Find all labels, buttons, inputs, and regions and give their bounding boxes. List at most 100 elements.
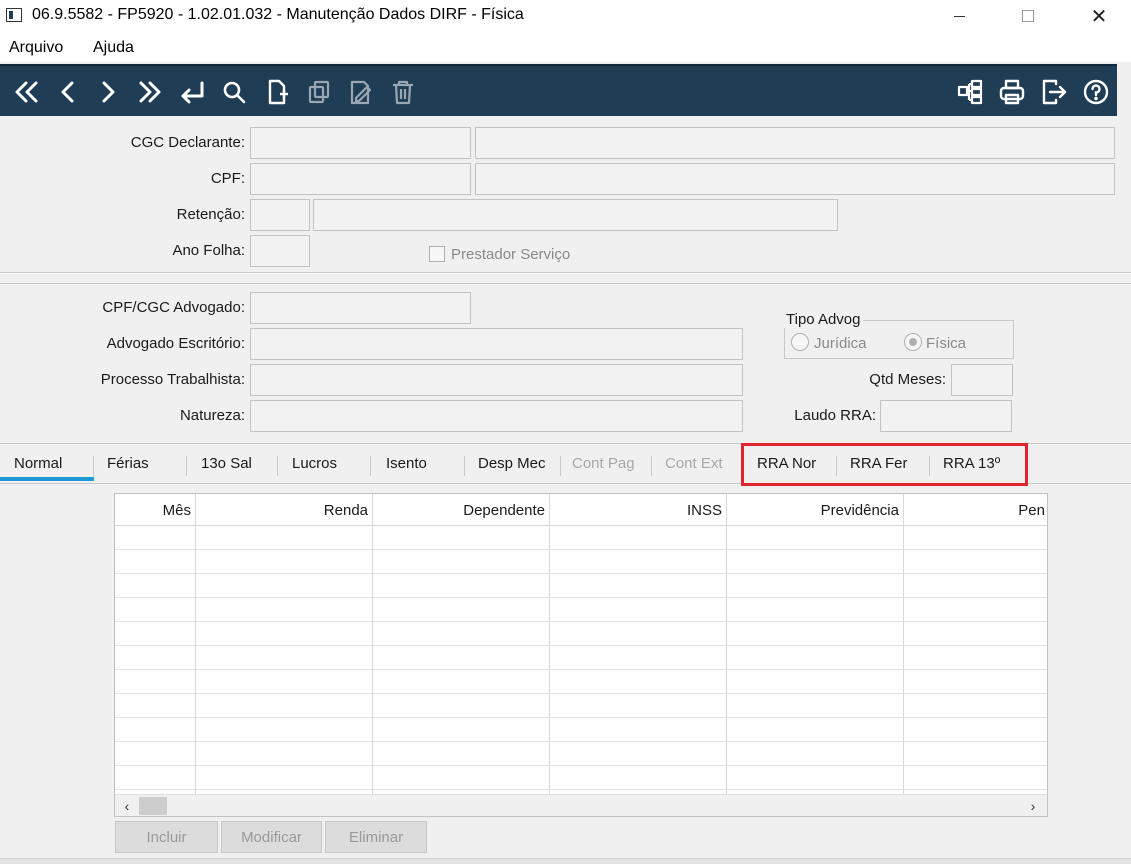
tab-cont-pag[interactable]: Cont Pag	[572, 455, 635, 472]
tab-ferias[interactable]: Férias	[107, 455, 149, 472]
ano-folha-field[interactable]	[250, 235, 310, 267]
column-header-dependente[interactable]: Dependente	[373, 494, 550, 526]
juridica-radio[interactable]	[791, 333, 809, 351]
horizontal-scrollbar[interactable]: ‹ ›	[115, 794, 1047, 816]
toolbar	[0, 64, 1117, 116]
menu-bar: Arquivo Ajuda	[0, 32, 1131, 62]
cpf-name-field[interactable]	[475, 163, 1115, 195]
close-button[interactable]: ✕	[1076, 0, 1122, 32]
fisica-radio[interactable]	[904, 333, 922, 351]
advogado-escritorio-field[interactable]	[250, 328, 743, 360]
cpf-cgc-advogado-label: CPF/CGC Advogado:	[102, 299, 245, 316]
tree-icon[interactable]	[954, 76, 986, 108]
help-icon[interactable]	[1080, 76, 1112, 108]
search-icon[interactable]	[218, 76, 250, 108]
cpf-label: CPF:	[210, 170, 245, 187]
cgc-declarante-name-field[interactable]	[475, 127, 1115, 159]
laudo-rra-label: Laudo RRA:	[794, 407, 876, 424]
modificar-button[interactable]: Modificar	[221, 821, 322, 853]
prestador-servico-label: Prestador Serviço	[451, 246, 571, 263]
section-divider	[0, 283, 1131, 284]
processo-trabalhista-field[interactable]	[250, 364, 743, 396]
tab-normal[interactable]: Normal	[14, 455, 62, 472]
first-record-icon[interactable]	[10, 76, 42, 108]
table-row[interactable]	[115, 598, 1047, 622]
tipo-advog-label: Tipo Advog	[784, 311, 863, 328]
prestador-servico-checkbox[interactable]	[429, 246, 445, 262]
scroll-right-icon[interactable]: ›	[1023, 797, 1043, 815]
minimize-button[interactable]	[936, 0, 982, 32]
incluir-button[interactable]: Incluir	[115, 821, 218, 853]
tab-separator	[277, 456, 278, 476]
print-icon[interactable]	[996, 76, 1028, 108]
menu-arquivo[interactable]: Arquivo	[9, 39, 63, 57]
eliminar-button[interactable]: Eliminar	[325, 821, 427, 853]
maximize-icon	[1022, 10, 1034, 22]
tab-separator	[651, 456, 652, 476]
laudo-rra-field[interactable]	[880, 400, 1012, 432]
natureza-label: Natureza:	[179, 407, 245, 424]
juridica-label: Jurídica	[814, 335, 867, 352]
tab-separator	[560, 456, 561, 476]
window-title: 06.9.5582 - FP5920 - 1.02.01.032 - Manut…	[32, 6, 524, 23]
qtd-meses-label: Qtd Meses:	[869, 371, 946, 388]
table-row[interactable]	[115, 694, 1047, 718]
minimize-icon	[953, 15, 965, 17]
scroll-thumb[interactable]	[139, 797, 167, 815]
section-divider-highlight	[0, 273, 1131, 274]
cgc-declarante-label: CGC Declarante:	[130, 134, 245, 151]
column-header-pen[interactable]: Pen	[904, 494, 1047, 526]
table-row[interactable]	[115, 766, 1047, 790]
tab-desp-mec[interactable]: Desp Mec	[478, 455, 546, 472]
table-row[interactable]	[115, 718, 1047, 742]
copy-icon[interactable]	[303, 76, 335, 108]
qtd-meses-field[interactable]	[951, 364, 1013, 396]
retencao-label: Retenção:	[176, 206, 245, 223]
natureza-field[interactable]	[250, 400, 743, 432]
table-row[interactable]	[115, 742, 1047, 766]
bottom-border	[0, 858, 1131, 864]
ano-folha-label: Ano Folha:	[172, 242, 245, 259]
table-row[interactable]	[115, 574, 1047, 598]
grid-header: Mês Renda Dependente INSS Previdência Pe…	[115, 494, 1047, 526]
column-header-renda[interactable]: Renda	[196, 494, 373, 526]
retencao-code-field[interactable]	[250, 199, 310, 231]
menu-ajuda[interactable]: Ajuda	[93, 39, 134, 57]
scroll-left-icon[interactable]: ‹	[117, 797, 137, 815]
tab-lucros[interactable]: Lucros	[292, 455, 337, 472]
next-record-icon[interactable]	[92, 76, 124, 108]
cpf-field[interactable]	[250, 163, 471, 195]
tab-cont-ext[interactable]: Cont Ext	[665, 455, 723, 472]
table-row[interactable]	[115, 646, 1047, 670]
table-row[interactable]	[115, 550, 1047, 574]
app-icon	[6, 8, 22, 22]
column-header-previdencia[interactable]: Previdência	[727, 494, 904, 526]
processo-trabalhista-label: Processo Trabalhista:	[100, 371, 245, 388]
table-row[interactable]	[115, 526, 1047, 550]
active-tab-indicator	[0, 477, 94, 481]
table-row[interactable]	[115, 622, 1047, 646]
delete-icon[interactable]	[387, 76, 419, 108]
title-bar: 06.9.5582 - FP5920 - 1.02.01.032 - Manut…	[0, 0, 1131, 32]
advogado-escritorio-label: Advogado Escritório:	[106, 335, 245, 352]
tab-separator	[370, 456, 371, 476]
last-record-icon[interactable]	[134, 76, 166, 108]
cpf-cgc-advogado-field[interactable]	[250, 292, 471, 324]
cgc-declarante-field[interactable]	[250, 127, 471, 159]
tab-isento[interactable]: Isento	[386, 455, 427, 472]
tab-separator	[186, 456, 187, 476]
maximize-button[interactable]	[1005, 0, 1051, 32]
retencao-description-field[interactable]	[313, 199, 838, 231]
return-icon[interactable]	[176, 76, 208, 108]
highlight-rra-tabs	[741, 443, 1028, 486]
data-grid[interactable]: Mês Renda Dependente INSS Previdência Pe…	[114, 493, 1048, 817]
column-header-mes[interactable]: Mês	[115, 494, 196, 526]
column-header-inss[interactable]: INSS	[550, 494, 727, 526]
edit-icon[interactable]	[345, 76, 377, 108]
fisica-label: Física	[926, 335, 967, 352]
new-document-icon[interactable]	[261, 76, 293, 108]
previous-record-icon[interactable]	[52, 76, 84, 108]
exit-icon[interactable]	[1038, 76, 1070, 108]
table-row[interactable]	[115, 670, 1047, 694]
tab-13o-sal[interactable]: 13o Sal	[201, 455, 252, 472]
